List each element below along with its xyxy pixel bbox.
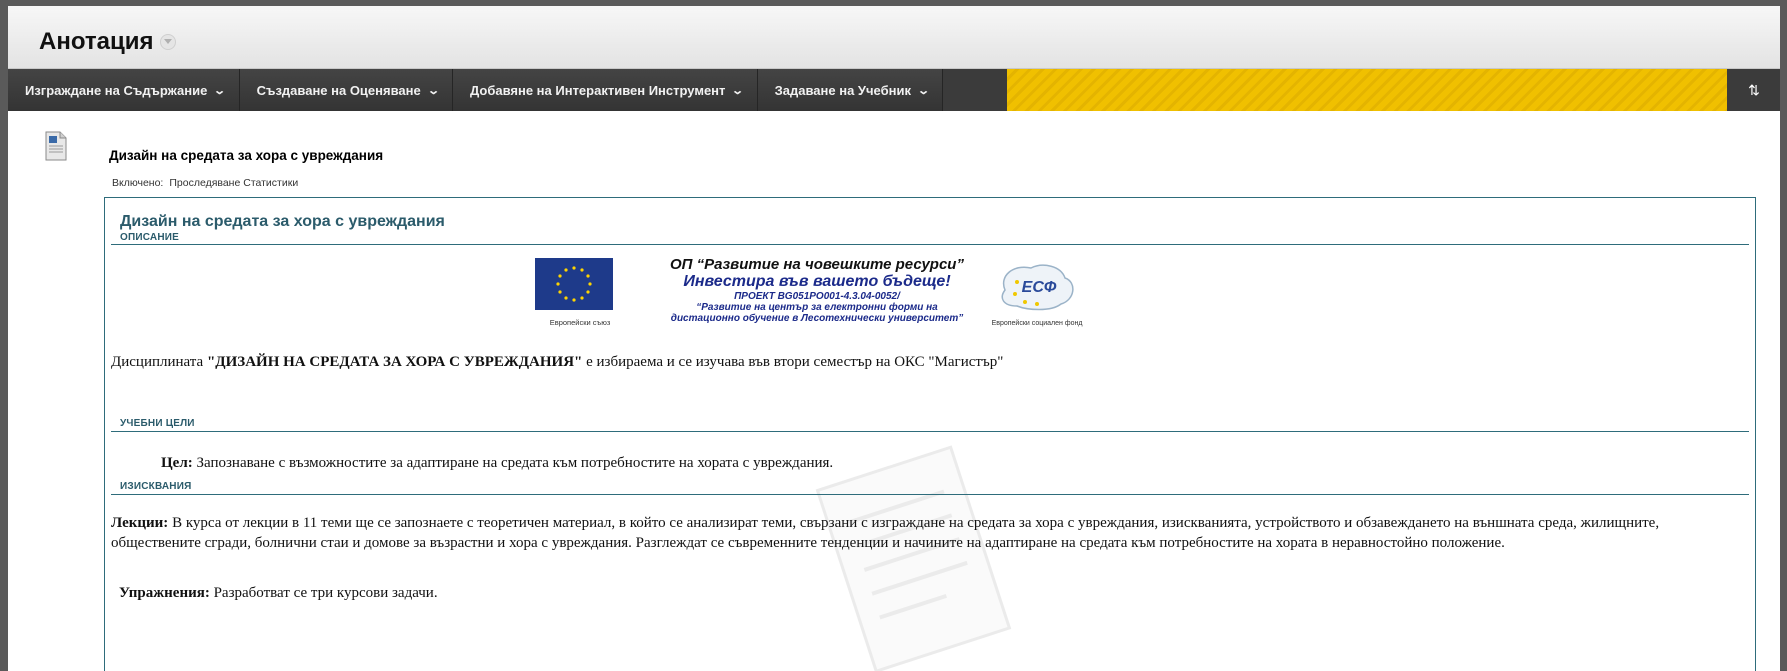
project-banner: Европейски съюз ОП “Развитие на човешкит… — [535, 254, 1095, 344]
chevron-down-icon: ⌄ — [917, 84, 931, 97]
esf-logo-icon: ЕСФ — [1001, 264, 1074, 311]
add-interactive-tool-label: Добавяне на Интерактивен Инструмент — [469, 82, 726, 98]
enabled-tracking: Включено: Проследяване Статистики — [112, 177, 304, 189]
reorder-button[interactable]: ⇅ — [1728, 69, 1780, 111]
op-line-1: ОП “Развитие на човешките ресурси” — [670, 256, 964, 273]
page-title: Анотация — [39, 28, 154, 55]
lectures-text: В курса от лекции в 11 теми ще се запозн… — [111, 515, 1660, 551]
goal-paragraph: Цел: Запознаване с възможностите за адап… — [161, 453, 833, 473]
lectures-label: Лекции: — [111, 515, 169, 531]
op-line-2: Инвестира във вашето бъдеще! — [683, 273, 951, 290]
goal-label: Цел: — [161, 455, 193, 471]
description-title: Дизайн на средата за хора с увреждания — [120, 213, 445, 230]
exercises-label: Упражнения: — [119, 585, 210, 601]
action-toolbar: Изграждане на Съдържание ⌄ Създаване на … — [8, 69, 1780, 111]
section-description-label: ОПИСАНИЕ — [120, 232, 180, 243]
esf-caption: Европейски социален фонд — [991, 320, 1083, 327]
op-line-5: дистационно обучение в Лесотехнически ун… — [670, 313, 964, 324]
intro-course-name: "ДИЗАЙН НА СРЕДАТА ЗА ХОРА С УВРЕЖДАНИЯ" — [206, 354, 583, 370]
add-interactive-tool-menu[interactable]: Добавяне на Интерактивен Инструмент ⌄ — [452, 69, 758, 111]
eu-flag-icon — [535, 258, 613, 310]
section-goals-label: УЧЕБНИ ЦЕЛИ — [120, 418, 195, 429]
sort-arrows-icon: ⇅ — [1748, 81, 1760, 98]
op-line-4: “Развитие на център за електронни форми … — [696, 302, 938, 313]
section-divider — [111, 431, 1749, 432]
section-divider — [111, 244, 1749, 245]
build-content-label: Изграждане на Съдържание — [25, 82, 208, 98]
document-icon — [45, 131, 67, 161]
lectures-paragraph: Лекции: В курса от лекции в 11 теми ще с… — [111, 513, 1741, 553]
item-title[interactable]: Дизайн на средата за хора с увреждания — [109, 148, 383, 163]
section-requirements-label: ИЗИСКВАНИЯ — [120, 481, 192, 492]
build-content-menu[interactable]: Изграждане на Съдържание ⌄ — [8, 69, 240, 111]
esf-logo-text: ЕСФ — [1022, 279, 1057, 296]
op-text-block: ОП “Развитие на човешките ресурси” Инвес… — [647, 256, 987, 324]
content-frame: Анотация Изграждане на Съдържание ⌄ Създ… — [8, 6, 1780, 671]
chevron-down-icon: ⌄ — [213, 84, 227, 97]
goal-text: Запознаване с възможностите за адаптиран… — [192, 455, 834, 471]
intro-paragraph: Дисциплината "ДИЗАЙН НА СРЕДАТА ЗА ХОРА … — [111, 352, 1003, 372]
create-assessment-label: Създаване на Оценяване — [256, 82, 421, 98]
enabled-label: Включено: — [112, 177, 164, 189]
intro-prefix: Дисциплината — [111, 354, 207, 370]
chevron-down-icon: ⌄ — [731, 84, 745, 97]
chevron-down-icon: ⌄ — [426, 84, 440, 97]
description-box: Дизайн на средата за хора с увреждания О… — [104, 197, 1756, 671]
enabled-value: Проследяване Статистики — [169, 177, 299, 189]
title-menu-chevron-icon[interactable] — [159, 34, 176, 50]
exercises-text: Разработват се три курсови задачи. — [209, 585, 438, 601]
exercises-paragraph: Упражнения: Разработват се три курсови з… — [119, 583, 438, 603]
op-line-3: ПРОЕКТ BG051PO001-4.3.04-0052/ — [734, 291, 900, 302]
section-divider — [111, 494, 1749, 495]
assign-textbook-menu[interactable]: Задаване на Учебник ⌄ — [757, 69, 944, 111]
assign-textbook-label: Задаване на Учебник — [774, 82, 911, 98]
create-assessment-menu[interactable]: Създаване на Оценяване ⌄ — [239, 69, 453, 111]
page-title-wrap: Анотация — [39, 28, 176, 56]
title-bar: Анотация — [8, 6, 1780, 69]
eu-caption: Европейски съюз — [549, 318, 611, 327]
toolbar-stripe-decoration — [1007, 69, 1727, 111]
intro-suffix: е избираема и се изучава във втори семес… — [582, 354, 1004, 370]
